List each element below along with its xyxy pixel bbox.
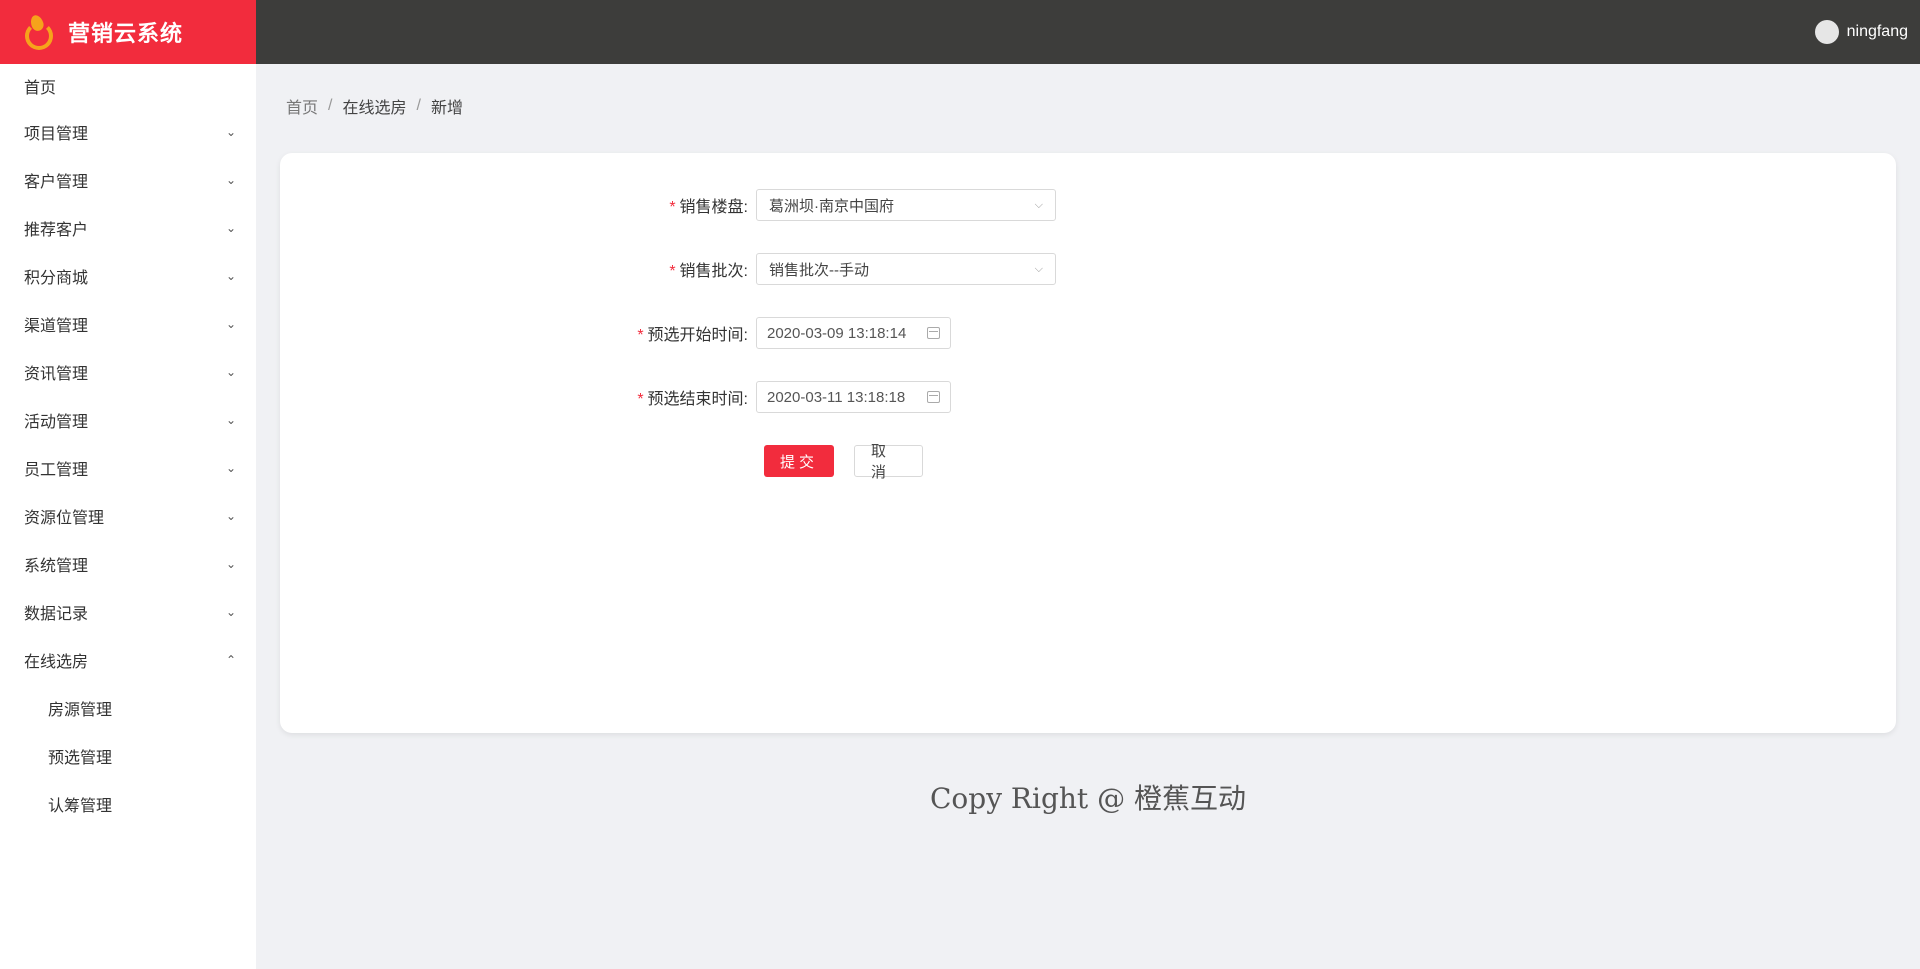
sidebar-item-label: 积分商城 (24, 270, 89, 287)
start-time-label: * 预选开始时间: (280, 321, 756, 345)
chevron-down-icon: ⌵ (1034, 262, 1043, 275)
form-card: * 销售楼盘: 葛洲坝·南京中国府 ⌵ * 销售批次: 销售批次--手动 ⌵ * 预选… (280, 153, 1896, 733)
user-menu[interactable]: ningfang (1814, 0, 1908, 64)
form-row-batch: * 销售批次: 销售批次--手动 ⌵ (280, 253, 1896, 285)
calendar-icon (927, 391, 940, 403)
calendar-icon (927, 327, 940, 339)
start-time-picker[interactable]: 2020-03-09 13:18:14 (756, 317, 951, 349)
required-mark: * (637, 327, 644, 344)
sidebar-item-data-records[interactable]: 数据记录 ⌄ (0, 588, 256, 636)
user-avatar-icon[interactable] (1814, 20, 1839, 44)
chevron-down-icon: ⌄ (225, 365, 236, 379)
chevron-down-icon: ⌄ (225, 221, 236, 235)
sidebar-item-label: 活动管理 (24, 414, 89, 431)
sidebar-item-label: 资源位管理 (24, 510, 105, 527)
chevron-down-icon: ⌵ (1034, 198, 1043, 211)
end-time-label-text: 预选结束时间: (647, 391, 748, 408)
chevron-down-icon: ⌄ (225, 269, 236, 283)
sidebar-item-home[interactable]: 首页 (0, 64, 256, 108)
chevron-down-icon: ⌄ (225, 317, 236, 331)
sidebar-item-label: 预选管理 (48, 750, 113, 767)
sidebar-item-points-mall[interactable]: 积分商城 ⌄ (0, 252, 256, 300)
sidebar-item-channel[interactable]: 渠道管理 ⌄ (0, 300, 256, 348)
start-time-label-text: 预选开始时间: (647, 327, 748, 344)
app-title: 营销云系统 (68, 21, 184, 46)
sidebar-item-project[interactable]: 项目管理 ⌄ (0, 108, 256, 156)
breadcrumb: 首页 / 在线选房 / 新增 (286, 94, 463, 118)
breadcrumb-separator: / (416, 97, 421, 114)
sidebar-item-customer[interactable]: 客户管理 ⌄ (0, 156, 256, 204)
username[interactable]: ningfang (1847, 23, 1908, 41)
top-header: ningfang (256, 0, 1920, 64)
sidebar-item-subscription[interactable]: 认筹管理 (0, 780, 256, 828)
breadcrumb-home[interactable]: 首页 (286, 94, 318, 118)
sidebar: 首页 项目管理 ⌄ 客户管理 ⌄ 推荐客户 ⌄ 积分商城 ⌄ 渠道管理 ⌄ 资讯… (0, 64, 256, 969)
batch-select[interactable]: 销售批次--手动 ⌵ (756, 253, 1056, 285)
form-row-end-time: * 预选结束时间: 2020-03-11 13:18:18 (280, 381, 1896, 413)
copyright-footer: Copy Right @ 橙蕉互动 (930, 782, 1246, 815)
sidebar-item-label: 数据记录 (24, 606, 89, 623)
sidebar-item-news[interactable]: 资讯管理 ⌄ (0, 348, 256, 396)
sidebar-item-label: 房源管理 (48, 702, 113, 719)
chevron-down-icon: ⌄ (225, 509, 236, 523)
sidebar-submenu-online-selection: 房源管理 预选管理 认筹管理 (0, 684, 256, 828)
sidebar-item-house-source[interactable]: 房源管理 (0, 684, 256, 732)
main-content: 首页 / 在线选房 / 新增 * 销售楼盘: 葛洲坝·南京中国府 ⌵ * 销售批次:… (256, 64, 1920, 969)
end-time-label: * 预选结束时间: (280, 385, 756, 409)
sidebar-item-label: 认筹管理 (48, 798, 113, 815)
chevron-down-icon: ⌄ (225, 125, 236, 139)
end-time-value: 2020-03-11 13:18:18 (767, 388, 906, 406)
project-select-value: 葛洲坝·南京中国府 (769, 197, 894, 215)
chevron-down-icon: ⌄ (225, 557, 236, 571)
required-mark: * (669, 263, 676, 280)
form-row-start-time: * 预选开始时间: 2020-03-09 13:18:14 (280, 317, 1896, 349)
form-row-project: * 销售楼盘: 葛洲坝·南京中国府 ⌵ (280, 189, 1896, 221)
breadcrumb-current: 新增 (430, 100, 463, 117)
sidebar-item-label: 项目管理 (24, 126, 89, 143)
chevron-down-icon: ⌄ (225, 461, 236, 475)
sidebar-item-referral[interactable]: 推荐客户 ⌄ (0, 204, 256, 252)
sidebar-item-label: 员工管理 (24, 462, 89, 479)
sidebar-item-label: 首页 (24, 80, 57, 97)
project-label: * 销售楼盘: (280, 193, 756, 217)
batch-label: * 销售批次: (280, 257, 756, 281)
submit-button[interactable]: 提交 (764, 445, 834, 477)
chevron-down-icon: ⌄ (225, 173, 236, 187)
sidebar-item-activity[interactable]: 活动管理 ⌄ (0, 396, 256, 444)
orange-logo-icon (22, 13, 56, 50)
sidebar-item-staff[interactable]: 员工管理 ⌄ (0, 444, 256, 492)
sidebar-item-system[interactable]: 系统管理 ⌄ (0, 540, 256, 588)
sidebar-item-label: 推荐客户 (24, 222, 89, 239)
sidebar-item-resource-slot[interactable]: 资源位管理 ⌄ (0, 492, 256, 540)
required-mark: * (637, 391, 644, 408)
chevron-up-icon: ⌃ (225, 653, 236, 667)
chevron-down-icon: ⌄ (225, 413, 236, 427)
sidebar-item-preselection[interactable]: 预选管理 (0, 732, 256, 780)
sidebar-item-label: 在线选房 (24, 654, 89, 671)
end-time-picker[interactable]: 2020-03-11 13:18:18 (756, 381, 951, 413)
brand-bar: 营销云系统 (0, 0, 256, 64)
project-label-text: 销售楼盘: (679, 199, 748, 216)
sidebar-item-label: 资讯管理 (24, 366, 89, 383)
sidebar-item-label: 系统管理 (24, 558, 89, 575)
batch-label-text: 销售批次: (679, 263, 748, 280)
start-time-value: 2020-03-09 13:18:14 (767, 324, 907, 342)
breadcrumb-section[interactable]: 在线选房 (342, 94, 406, 118)
form-actions: 提交 取消 (764, 443, 923, 481)
required-mark: * (669, 199, 676, 216)
cancel-button[interactable]: 取消 (854, 443, 923, 481)
batch-select-value: 销售批次--手动 (769, 261, 869, 279)
project-select[interactable]: 葛洲坝·南京中国府 ⌵ (756, 189, 1056, 221)
sidebar-item-label: 渠道管理 (24, 318, 89, 335)
sidebar-item-online-selection[interactable]: 在线选房 ⌃ (0, 636, 256, 684)
breadcrumb-separator: / (328, 97, 333, 114)
sidebar-item-label: 客户管理 (24, 174, 89, 191)
chevron-down-icon: ⌄ (225, 605, 236, 619)
